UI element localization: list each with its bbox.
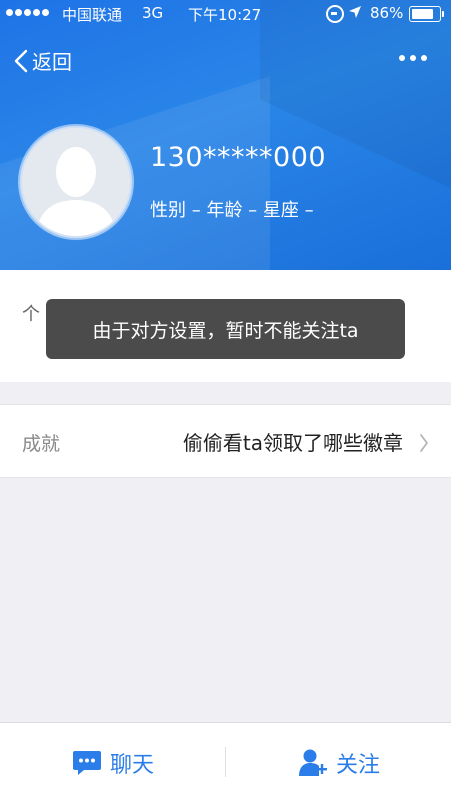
chat-bubble-icon [73, 751, 101, 775]
carrier-name: 中国联通 [62, 6, 123, 24]
profile-name: 130*****000 [150, 142, 327, 173]
battery-icon [409, 6, 444, 22]
more-dots-icon [399, 55, 405, 61]
user-silhouette-icon [22, 128, 130, 236]
status-time: 下午10:27 [188, 6, 262, 24]
follow-button[interactable]: 关注 [298, 743, 380, 783]
nav-bar: 返回 [0, 36, 451, 82]
battery-percent: 86% [370, 4, 404, 22]
toast-message: 由于对方设置，暂时不能关注ta [46, 299, 405, 359]
signature-label: 个 [22, 304, 40, 325]
back-button[interactable]: 返回 [14, 46, 72, 75]
bottom-action-bar: 聊天 关注 [0, 722, 451, 801]
network-type: 3G [142, 4, 164, 22]
chat-label: 聊天 [110, 753, 155, 778]
chevron-right-icon [420, 434, 428, 452]
achievements-label: 成就 [22, 433, 61, 455]
location-arrow-icon [349, 6, 361, 18]
chat-button[interactable]: 聊天 [72, 743, 154, 783]
rotation-lock-icon [326, 5, 344, 23]
profile-meta: 性别 – 年龄 – 星座 – [150, 200, 314, 221]
back-label: 返回 [32, 50, 72, 74]
status-bar: 中国联通 3G 下午10:27 86% [0, 0, 451, 30]
add-user-icon [299, 749, 327, 776]
follow-label: 关注 [336, 753, 381, 778]
avatar[interactable] [20, 126, 132, 238]
signal-strength-icon [6, 9, 49, 16]
bottom-divider [225, 747, 226, 777]
achievements-link-text: 偷偷看ta领取了哪些徽章 [182, 431, 403, 455]
more-button[interactable] [393, 44, 433, 72]
achievements-row[interactable]: 成就 偷偷看ta领取了哪些徽章 [0, 404, 451, 478]
chevron-left-icon [14, 49, 28, 72]
